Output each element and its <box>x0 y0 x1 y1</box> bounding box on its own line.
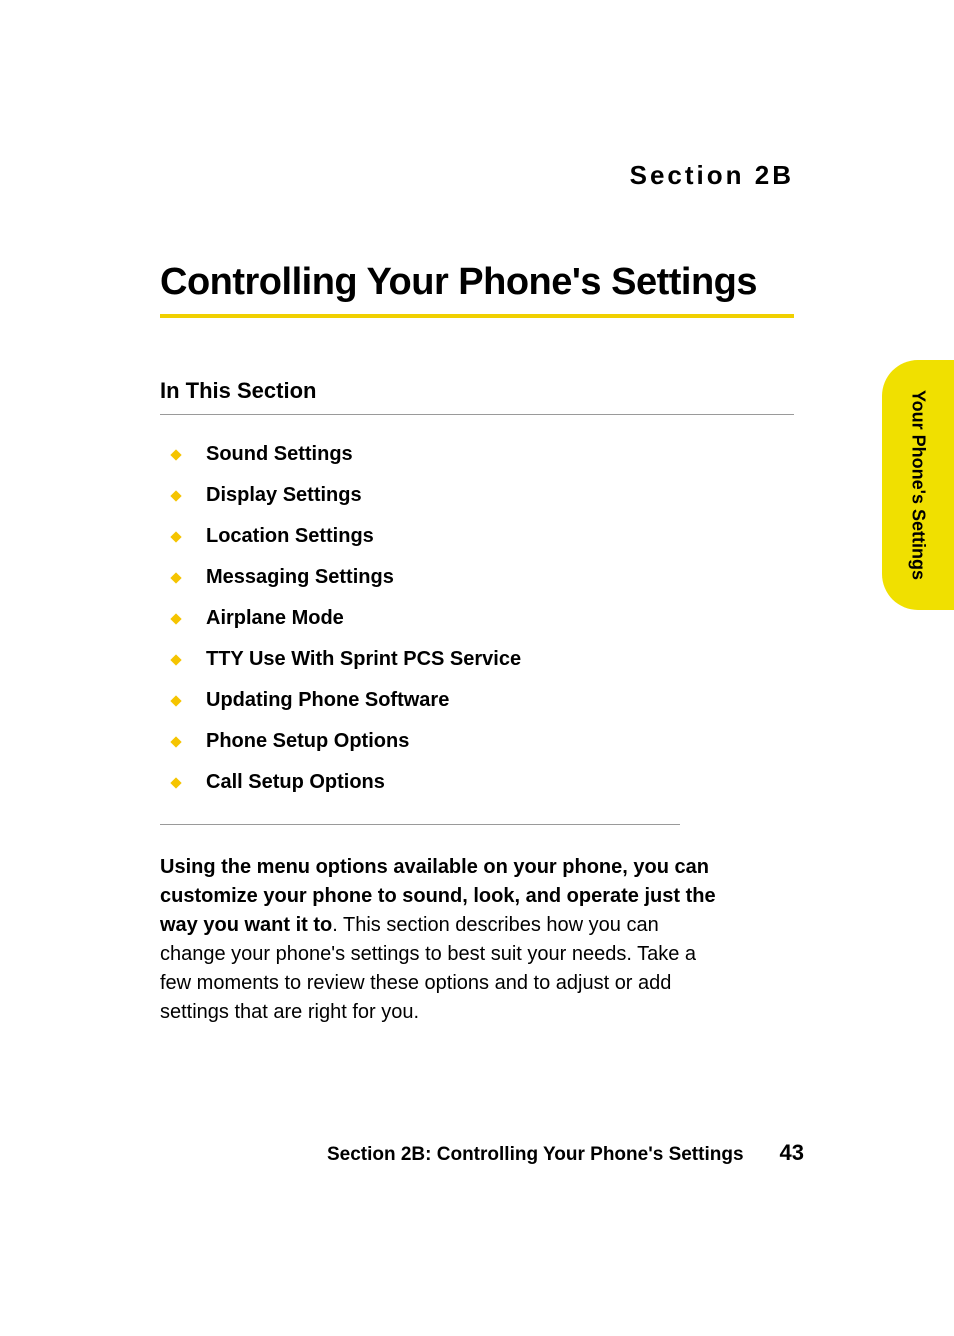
toc-label: Location Settings <box>206 525 374 548</box>
toc-label: Sound Settings <box>206 443 353 466</box>
toc-list: Sound Settings Display Settings Location… <box>160 443 794 794</box>
diamond-icon <box>170 613 181 624</box>
page-title: Controlling Your Phone's Settings <box>160 261 794 318</box>
diamond-icon <box>170 695 181 706</box>
toc-item: Airplane Mode <box>172 607 794 630</box>
section-label: Section 2B <box>160 160 794 191</box>
toc-item: Display Settings <box>172 484 794 507</box>
toc-item: Sound Settings <box>172 443 794 466</box>
toc-label: Airplane Mode <box>206 607 344 630</box>
footer: Section 2B: Controlling Your Phone's Set… <box>0 1140 954 1166</box>
divider <box>160 824 680 825</box>
toc-item: TTY Use With Sprint PCS Service <box>172 648 794 671</box>
diamond-icon <box>170 449 181 460</box>
diamond-icon <box>170 654 181 665</box>
diamond-icon <box>170 736 181 747</box>
toc-item: Location Settings <box>172 525 794 548</box>
page-content: Section 2B Controlling Your Phone's Sett… <box>0 0 954 1027</box>
toc-item: Messaging Settings <box>172 566 794 589</box>
diamond-icon <box>170 490 181 501</box>
body-paragraph: Using the menu options available on your… <box>160 853 720 1027</box>
toc-label: TTY Use With Sprint PCS Service <box>206 648 521 671</box>
subsection-title: In This Section <box>160 378 794 415</box>
toc-item: Updating Phone Software <box>172 689 794 712</box>
side-tab-text: Your Phone's Settings <box>908 390 929 580</box>
toc-item: Phone Setup Options <box>172 730 794 753</box>
footer-page-number: 43 <box>780 1140 804 1166</box>
toc-label: Phone Setup Options <box>206 730 409 753</box>
side-tab: Your Phone's Settings <box>882 360 954 610</box>
footer-title: Section 2B: Controlling Your Phone's Set… <box>327 1144 744 1166</box>
toc-label: Messaging Settings <box>206 566 394 589</box>
toc-item: Call Setup Options <box>172 771 794 794</box>
toc-label: Display Settings <box>206 484 362 507</box>
diamond-icon <box>170 777 181 788</box>
diamond-icon <box>170 572 181 583</box>
diamond-icon <box>170 531 181 542</box>
toc-label: Updating Phone Software <box>206 689 449 712</box>
toc-label: Call Setup Options <box>206 771 385 794</box>
